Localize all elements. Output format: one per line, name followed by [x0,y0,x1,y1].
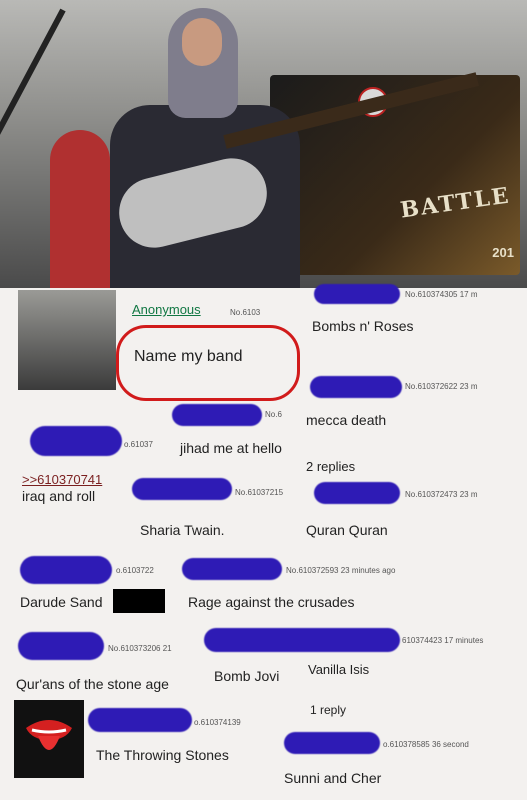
tongue-logo-thumbnail[interactable] [14,700,84,778]
op-thumbnail[interactable] [18,290,116,390]
post-text: The Throwing Stones [96,747,229,763]
singer-face [182,18,222,66]
post-text: Darude Sand [20,594,103,610]
post-number[interactable]: No.61037215 [235,488,283,497]
post-text: Qur'ans of the stone age [16,676,169,692]
redaction-mark [204,628,400,652]
post-text: jihad me at hello [180,440,282,456]
post-number[interactable]: No.610372622 23 m [405,382,478,391]
reply-count[interactable]: 1 reply [310,703,346,717]
redaction-mark [30,426,122,456]
post-text: Sunni and Cher [284,770,382,786]
redaction-mark [314,482,400,504]
post-text: Bombs n' Roses [312,318,414,334]
op-poster-name: Anonymous [132,302,201,317]
redaction-mark [88,708,192,732]
op-post-text: Name my band [134,348,243,365]
banner-title: BATTLE [398,182,512,224]
op-post-number[interactable]: No.6103 [230,308,260,317]
post-number[interactable]: o.6103722 [116,566,154,575]
post-text: iraq and roll [22,488,96,504]
post-number[interactable]: 610374423 17 minutes [402,636,483,645]
post-text: Bomb Jovi [214,668,280,684]
post-number[interactable]: o.610374139 [194,718,241,727]
post-number[interactable]: No.610372473 23 m [405,490,478,499]
post-number[interactable]: No.610374305 17 m [405,290,478,299]
post-text: mecca death [306,412,387,428]
redaction-box [113,589,165,613]
post-number[interactable]: No.610372593 23 minutes ago [286,566,395,575]
redaction-mark [172,404,262,426]
redaction-mark [20,556,112,584]
post-number[interactable]: o.610378585 36 second [383,740,469,749]
background-guitarist [50,130,110,288]
banner-year: 201 [492,245,514,260]
tongue-logo-icon [26,720,72,750]
post-text: Sharia Twain. [140,522,225,538]
post-text: Vanilla Isis [308,662,370,677]
redaction-mark [18,632,104,660]
reply-count[interactable]: 2 replies [306,459,355,474]
post-text: Quran Quran [306,522,388,538]
redaction-mark [314,284,400,304]
redaction-mark [132,478,232,500]
post-number[interactable]: No.6 [265,410,282,419]
post-number[interactable]: No.610373206 21 [108,644,172,653]
band-photo: BATTLE 201 [0,0,527,288]
post-text: Rage against the crusades [188,594,355,610]
redaction-mark [182,558,282,580]
post-number[interactable]: o.61037 [124,440,153,449]
redaction-mark [310,376,402,398]
redaction-mark [284,732,380,754]
quote-link[interactable]: >>610370741 [22,472,102,487]
